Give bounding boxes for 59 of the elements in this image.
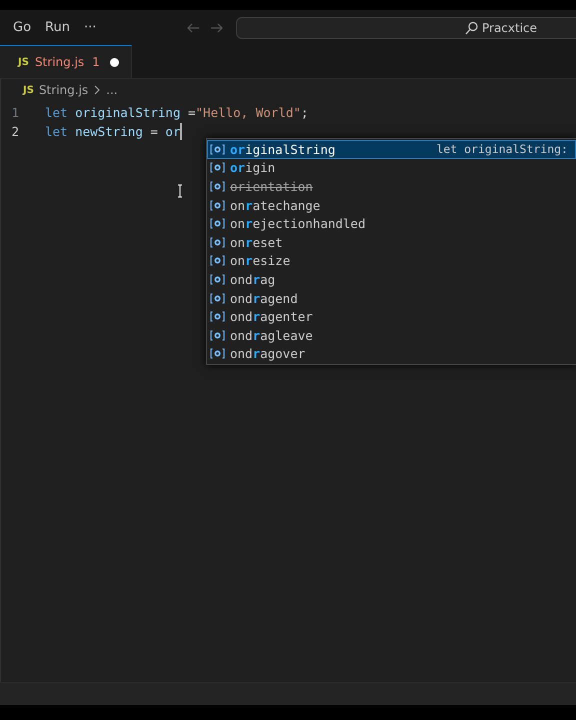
variable-icon xyxy=(210,272,225,286)
menu-item[interactable]: Go xyxy=(6,17,38,38)
code-line: let originalString ="Hello, World"; xyxy=(45,105,308,120)
tab-label: String.js xyxy=(34,55,84,69)
text-cursor xyxy=(180,123,182,140)
variable-icon xyxy=(210,236,225,249)
suggestion-label: onrejectionhandled xyxy=(230,216,366,232)
suggestion-label: onreset xyxy=(230,234,283,250)
suggestion-label: onresize xyxy=(230,253,290,268)
variable-icon xyxy=(210,347,225,360)
variable-icon xyxy=(210,254,225,268)
workspace-name: Pracxtice xyxy=(482,20,538,34)
editor-tab[interactable]: JS String.js 1 xyxy=(0,45,132,78)
breadcrumb-item[interactable]: String.js xyxy=(38,83,88,97)
suggestion-label: ondragenter xyxy=(230,309,313,324)
suggestion-label: orientation xyxy=(230,178,313,194)
command-center[interactable]: Pracxtice xyxy=(236,16,576,38)
line-number: 2 xyxy=(10,124,20,139)
breadcrumb-item[interactable]: ... xyxy=(106,83,118,97)
suggestion-item[interactable]: originalString let originalString: xyxy=(207,140,576,159)
menu-item[interactable]: ··· xyxy=(76,17,104,38)
variable-icon xyxy=(210,328,225,342)
suggestion-item[interactable]: onratechange xyxy=(207,196,576,214)
suggestion-label: origin xyxy=(230,160,276,176)
code-line: let newString = or xyxy=(45,124,180,139)
variable-icon xyxy=(210,180,225,193)
suggestion-item[interactable]: orientation xyxy=(207,177,576,196)
suggestion-item[interactable]: onrejectionhandled xyxy=(207,214,576,233)
suggestion-item[interactable]: ondragenter xyxy=(207,307,576,326)
search-icon xyxy=(464,20,478,34)
suggestion-item[interactable]: origin xyxy=(207,158,576,178)
suggestion-label: ondragleave xyxy=(230,328,313,343)
suggestion-label: onratechange xyxy=(230,198,320,213)
suggestion-label: ondragend xyxy=(230,290,298,306)
variable-icon xyxy=(210,161,225,174)
forward-arrow-icon[interactable] xyxy=(210,20,224,34)
back-arrow-icon[interactable] xyxy=(186,20,200,34)
variable-icon xyxy=(210,198,225,212)
suggestion-detail: let originalString: xyxy=(436,142,568,156)
line-number: 1 xyxy=(10,105,20,120)
suggestion-item[interactable]: ondragleave xyxy=(207,326,576,345)
suggestion-item[interactable]: ondragend xyxy=(207,288,576,308)
variable-icon xyxy=(210,142,225,156)
text-cursor-icon xyxy=(177,184,183,198)
variable-icon xyxy=(210,217,225,230)
variable-icon xyxy=(210,310,225,324)
suggestion-item[interactable]: onreset xyxy=(207,232,576,252)
javascript-file-icon: JS xyxy=(23,84,34,96)
suggestion-item[interactable]: ondrag xyxy=(207,270,576,289)
menu-item[interactable]: Run xyxy=(38,17,77,38)
javascript-file-icon: JS xyxy=(18,56,29,68)
suggestion-item[interactable]: onresize xyxy=(207,252,576,270)
suggestion-item[interactable]: ondragover xyxy=(207,344,576,364)
variable-icon xyxy=(210,292,225,305)
suggestion-label: originalString xyxy=(230,142,336,157)
suggestion-label: ondrag xyxy=(230,272,276,287)
problem-count: 1 xyxy=(92,55,100,69)
suggestion-label: ondragover xyxy=(230,346,306,362)
chevron-icon xyxy=(93,85,102,95)
